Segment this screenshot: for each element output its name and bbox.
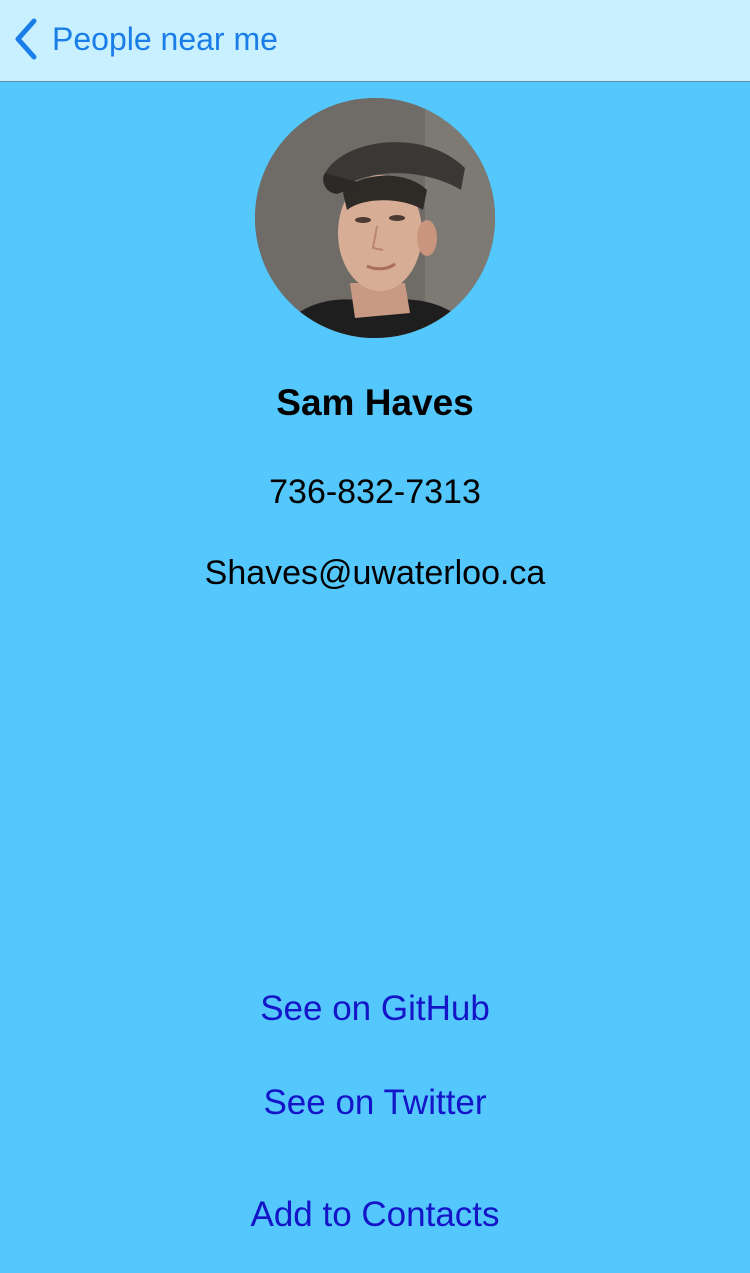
profile-name: Sam Haves xyxy=(276,382,474,423)
back-label: People near me xyxy=(52,21,278,57)
see-on-github-link[interactable]: See on GitHub xyxy=(0,986,750,1032)
chevron-left-icon xyxy=(14,17,38,61)
see-on-twitter-link[interactable]: See on Twitter xyxy=(0,1080,750,1126)
back-button[interactable]: People near me xyxy=(14,14,278,64)
avatar xyxy=(255,98,495,338)
add-to-contacts-button[interactable]: Add to Contacts xyxy=(0,1192,750,1238)
profile-email: Shaves@uwaterloo.ca xyxy=(204,554,546,592)
navigation-bar: People near me xyxy=(0,0,750,82)
profile-phone: 736-832-7313 xyxy=(269,473,481,511)
